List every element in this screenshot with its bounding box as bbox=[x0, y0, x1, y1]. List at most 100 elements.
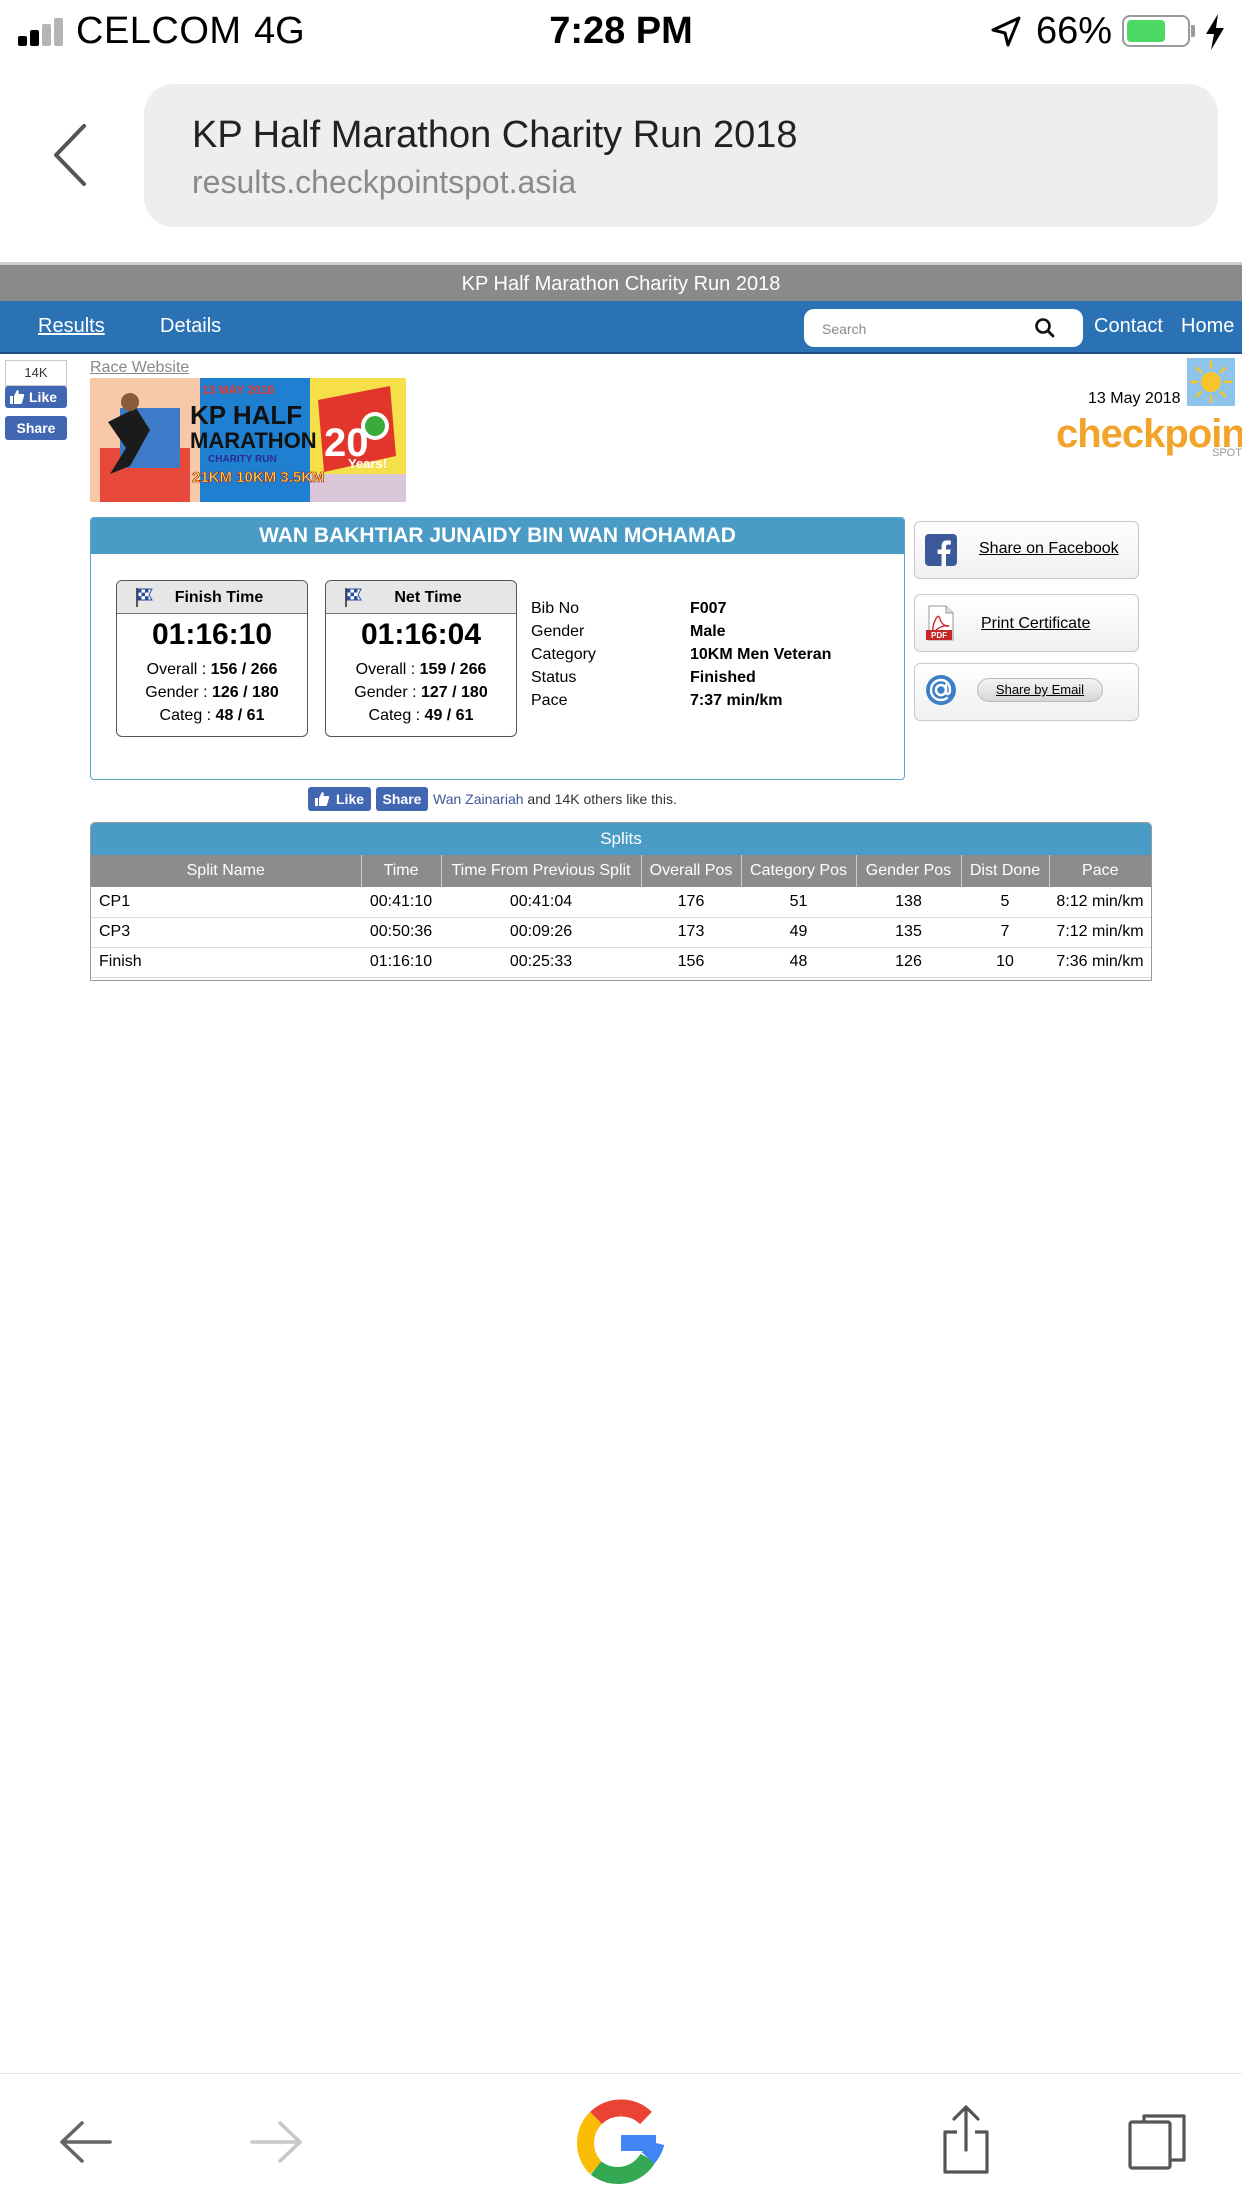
column-header[interactable]: Category Pos bbox=[740, 855, 856, 887]
banner-date: 13 MAY 2018 bbox=[202, 383, 274, 397]
tabs-icon[interactable] bbox=[1126, 2112, 1188, 2172]
info-value: 7:37 min/km bbox=[690, 692, 783, 709]
finish-gender-value: 126 / 180 bbox=[211, 684, 279, 701]
finish-categ-stat: Categ : 48 / 61 bbox=[117, 707, 307, 725]
table-cell: 01:16:10 bbox=[361, 947, 441, 978]
column-header[interactable]: Time bbox=[360, 855, 441, 887]
battery-cap bbox=[1191, 25, 1195, 37]
info-label: Bib No bbox=[531, 600, 580, 617]
table-cell: 00:41:10 bbox=[361, 887, 441, 918]
nav-details-link[interactable]: Details bbox=[160, 315, 221, 338]
net-time-value: 01:16:04 bbox=[360, 618, 482, 651]
column-header[interactable]: Split Name bbox=[91, 855, 361, 887]
column-header[interactable]: Overall Pos bbox=[640, 855, 741, 887]
fb-like-button[interactable]: Like bbox=[5, 386, 67, 408]
nav-results-link[interactable]: Results bbox=[38, 315, 105, 338]
battery-level bbox=[1127, 20, 1165, 42]
race-banner-image[interactable]: 13 MAY 2018 KP HALF MARATHON CHARITY RUN… bbox=[90, 378, 406, 502]
forward-arrow-icon[interactable] bbox=[246, 2114, 306, 2170]
finish-overall-stat: Overall : 156 / 266 bbox=[117, 661, 307, 679]
column-header[interactable]: Dist Done bbox=[960, 855, 1049, 887]
column-header[interactable]: Gender Pos bbox=[855, 855, 961, 887]
net-gender-stat: Gender : 127 / 180 bbox=[326, 684, 516, 702]
browser-back-icon[interactable] bbox=[50, 122, 90, 188]
banner-line3: CHARITY RUN bbox=[208, 454, 277, 465]
splits-header-row: Split Name Time Time From Previous Split… bbox=[91, 855, 1151, 887]
finish-time-label: Finish Time bbox=[174, 589, 264, 606]
facebook-icon bbox=[925, 534, 957, 566]
search-icon[interactable] bbox=[1034, 317, 1056, 339]
info-label: Status bbox=[531, 669, 577, 686]
info-label: Category bbox=[531, 646, 596, 663]
column-header[interactable]: Time From Previous Split bbox=[440, 855, 641, 887]
battery-percent: 66% bbox=[1036, 10, 1113, 52]
finish-gender-label: Gender : bbox=[145, 684, 212, 701]
table-cell: 7:36 min/km bbox=[1049, 947, 1151, 978]
finish-overall-value: 156 / 266 bbox=[210, 661, 278, 678]
table-cell: 156 bbox=[641, 947, 741, 978]
fb-likers-suffix: and 14K others like this. bbox=[523, 791, 677, 807]
table-cell: 176 bbox=[641, 887, 741, 918]
status-bar: CELCOM 4G 7:28 PM 66% bbox=[0, 0, 1242, 62]
info-value: 10KM Men Veteran bbox=[690, 646, 832, 663]
table-cell: 173 bbox=[641, 917, 741, 948]
location-icon bbox=[991, 16, 1021, 47]
net-categ-value: 49 / 61 bbox=[424, 707, 474, 724]
back-arrow-icon[interactable] bbox=[56, 2114, 116, 2170]
banner-line1: KP HALF bbox=[190, 400, 302, 430]
fb-like-button-inline[interactable]: Like bbox=[308, 787, 371, 811]
table-cell: 00:09:26 bbox=[441, 917, 641, 948]
sun-icon bbox=[1187, 358, 1235, 406]
search-input[interactable] bbox=[822, 319, 1022, 339]
finish-categ-label: Categ : bbox=[159, 707, 216, 724]
splits-panel: Splits Split Name Time Time From Previou… bbox=[90, 822, 1152, 981]
column-header[interactable]: Pace bbox=[1048, 855, 1151, 887]
table-row: Finish 01:16:10 00:25:33 156 48 126 10 7… bbox=[91, 947, 1151, 978]
net-overall-stat: Overall : 159 / 266 bbox=[326, 661, 516, 679]
checkpoint-logo[interactable]: checkpoint bbox=[1056, 412, 1242, 456]
table-cell: 48 bbox=[741, 947, 856, 978]
search-box bbox=[804, 309, 1083, 347]
address-bar[interactable]: KP Half Marathon Charity Run 2018 result… bbox=[144, 84, 1218, 227]
info-value: Finished bbox=[690, 669, 756, 686]
net-overall-value: 159 / 266 bbox=[419, 661, 487, 678]
share-email-label: Share by Email bbox=[977, 678, 1103, 702]
fb-share-button-inline[interactable]: Share bbox=[376, 787, 428, 811]
table-cell: 00:25:33 bbox=[441, 947, 641, 978]
fb-like-inline-label: Like bbox=[336, 791, 365, 807]
table-cell: 49 bbox=[741, 917, 856, 948]
race-date: 13 May 2018 bbox=[1088, 390, 1181, 407]
google-icon[interactable] bbox=[576, 2098, 666, 2188]
table-cell: 138 bbox=[856, 887, 961, 918]
share-email-button[interactable]: Share by Email bbox=[914, 663, 1139, 721]
fb-liker-link[interactable]: Wan Zainariah bbox=[433, 791, 524, 807]
share-facebook-button[interactable]: Share on Facebook bbox=[914, 521, 1139, 579]
banner-anniversary-word: Years! bbox=[348, 456, 387, 471]
fb-share-button[interactable]: Share bbox=[5, 416, 67, 440]
battery-icon bbox=[1122, 15, 1190, 47]
thumbs-up-icon bbox=[315, 792, 330, 806]
address-page-title: KP Half Marathon Charity Run 2018 bbox=[192, 114, 798, 156]
print-certificate-label: Print Certificate bbox=[981, 615, 1091, 632]
banner-distances: 21KM 10KM 3.5KM bbox=[192, 469, 325, 486]
table-cell: CP1 bbox=[91, 887, 361, 918]
net-time-label: Net Time bbox=[394, 589, 462, 606]
table-cell: 5 bbox=[961, 887, 1049, 918]
fb-like-count: 14K bbox=[5, 360, 67, 386]
nav-contact-link[interactable]: Contact bbox=[1094, 315, 1163, 338]
net-categ-label: Categ : bbox=[368, 707, 425, 724]
pdf-icon: PDF bbox=[926, 605, 954, 641]
athlete-name: WAN BAKHTIAR JUNAIDY BIN WAN MOHAMAD bbox=[91, 518, 904, 554]
pdf-badge: PDF bbox=[931, 631, 947, 640]
checkered-flag-icon bbox=[136, 588, 153, 607]
race-website-link[interactable]: Race Website bbox=[90, 359, 189, 377]
table-cell: CP3 bbox=[91, 917, 361, 948]
finish-gender-stat: Gender : 126 / 180 bbox=[117, 684, 307, 702]
print-certificate-button[interactable]: PDF Print Certificate bbox=[914, 594, 1139, 652]
finish-categ-value: 48 / 61 bbox=[215, 707, 265, 724]
share-facebook-label: Share on Facebook bbox=[979, 540, 1119, 557]
share-icon[interactable] bbox=[940, 2104, 992, 2176]
table-cell: Finish bbox=[91, 947, 361, 978]
site-title-bar: KP Half Marathon Charity Run 2018 bbox=[0, 262, 1242, 302]
nav-home-link[interactable]: Home bbox=[1181, 315, 1234, 338]
